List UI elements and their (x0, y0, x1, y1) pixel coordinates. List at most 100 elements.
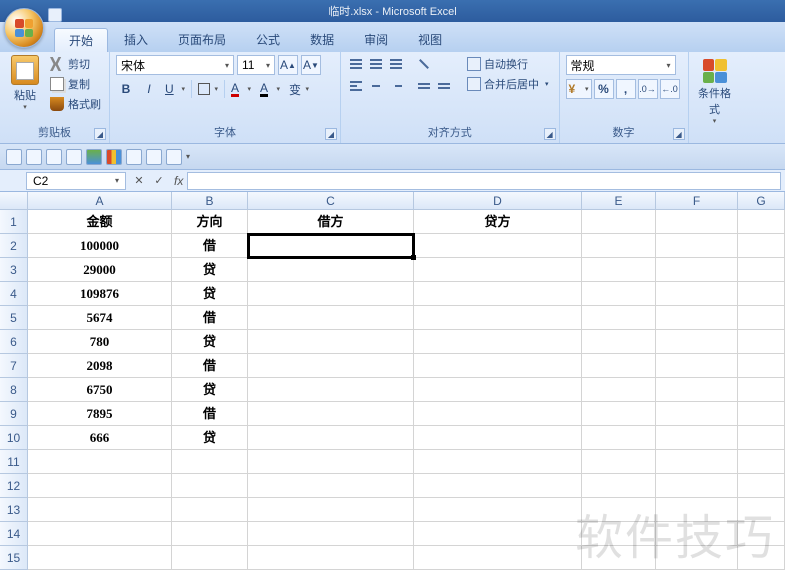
cell-B14[interactable] (172, 522, 248, 546)
col-header-C[interactable]: C (248, 192, 414, 210)
cell-C6[interactable] (248, 330, 414, 354)
cell-A12[interactable] (28, 474, 172, 498)
cell-B3[interactable]: 贷 (172, 258, 248, 282)
cell-E15[interactable] (582, 546, 656, 570)
col-header-E[interactable]: E (582, 192, 656, 210)
cell-C2[interactable] (248, 234, 414, 258)
qat-save-icon[interactable] (48, 8, 62, 22)
indent-decrease-button[interactable] (415, 77, 433, 95)
currency-button[interactable]: ¥ (566, 79, 592, 99)
cell-E13[interactable] (582, 498, 656, 522)
cell-G1[interactable] (738, 210, 785, 234)
cell-B8[interactable]: 贷 (172, 378, 248, 402)
cell-F9[interactable] (656, 402, 738, 426)
tab-insert[interactable]: 插入 (110, 28, 162, 52)
cell-D11[interactable] (414, 450, 582, 474)
tab-layout[interactable]: 页面布局 (164, 28, 240, 52)
number-launcher[interactable]: ◢ (673, 128, 685, 140)
qat2-new-icon[interactable] (26, 149, 42, 165)
cell-E10[interactable] (582, 426, 656, 450)
cell-A2[interactable]: 100000 (28, 234, 172, 258)
align-bottom-button[interactable] (387, 55, 405, 73)
cell-A15[interactable] (28, 546, 172, 570)
cell-D1[interactable]: 贷方 (414, 210, 582, 234)
format-painter-button[interactable]: 格式刷 (48, 95, 103, 113)
grow-font-button[interactable]: A▲ (278, 55, 298, 75)
tab-view[interactable]: 视图 (404, 28, 456, 52)
paste-button[interactable]: 粘贴 ▾ (6, 55, 44, 122)
align-top-button[interactable] (347, 55, 365, 73)
cell-D9[interactable] (414, 402, 582, 426)
cell-A4[interactable]: 109876 (28, 282, 172, 306)
row-header-9[interactable]: 9 (0, 402, 28, 426)
cell-F8[interactable] (656, 378, 738, 402)
row-header-4[interactable]: 4 (0, 282, 28, 306)
align-center-button[interactable] (367, 77, 385, 95)
phonetic-button[interactable]: 变 (286, 79, 312, 99)
cell-G2[interactable] (738, 234, 785, 258)
cell-E8[interactable] (582, 378, 656, 402)
office-button[interactable] (4, 8, 44, 48)
cell-G14[interactable] (738, 522, 785, 546)
indent-increase-button[interactable] (435, 77, 453, 95)
cell-A6[interactable]: 780 (28, 330, 172, 354)
cell-B13[interactable] (172, 498, 248, 522)
cell-F4[interactable] (656, 282, 738, 306)
italic-button[interactable]: I (139, 79, 159, 99)
cell-C15[interactable] (248, 546, 414, 570)
wrap-text-button[interactable]: 自动换行 (463, 55, 553, 73)
qat2-dash-icon[interactable] (126, 149, 142, 165)
cell-E7[interactable] (582, 354, 656, 378)
font-color-button[interactable]: A (257, 79, 283, 99)
conditional-format-button[interactable]: 条件格式 ▾ (695, 55, 735, 126)
qat2-table-icon[interactable] (166, 149, 182, 165)
cell-E12[interactable] (582, 474, 656, 498)
cell-D2[interactable] (414, 234, 582, 258)
cell-B4[interactable]: 贷 (172, 282, 248, 306)
row-header-12[interactable]: 12 (0, 474, 28, 498)
shrink-font-button[interactable]: A▼ (301, 55, 321, 75)
cell-D4[interactable] (414, 282, 582, 306)
align-launcher[interactable]: ◢ (544, 128, 556, 140)
row-header-2[interactable]: 2 (0, 234, 28, 258)
cell-E1[interactable] (582, 210, 656, 234)
clipboard-launcher[interactable]: ◢ (94, 128, 106, 140)
cell-E4[interactable] (582, 282, 656, 306)
cell-G11[interactable] (738, 450, 785, 474)
orientation-button[interactable] (415, 55, 433, 73)
increase-decimal-button[interactable]: .0→ (638, 79, 658, 99)
row-header-13[interactable]: 13 (0, 498, 28, 522)
cell-E9[interactable] (582, 402, 656, 426)
cell-A10[interactable]: 666 (28, 426, 172, 450)
fx-icon[interactable]: fx (174, 174, 183, 188)
tab-review[interactable]: 审阅 (350, 28, 402, 52)
cell-D3[interactable] (414, 258, 582, 282)
select-all-corner[interactable] (0, 192, 28, 210)
cell-E14[interactable] (582, 522, 656, 546)
formula-input[interactable] (187, 172, 781, 190)
cell-C13[interactable] (248, 498, 414, 522)
cell-A3[interactable]: 29000 (28, 258, 172, 282)
decrease-decimal-button[interactable]: ←.0 (660, 79, 680, 99)
cell-F6[interactable] (656, 330, 738, 354)
underline-button[interactable]: U (162, 79, 188, 99)
cell-E11[interactable] (582, 450, 656, 474)
cell-F11[interactable] (656, 450, 738, 474)
cell-G13[interactable] (738, 498, 785, 522)
cell-A11[interactable] (28, 450, 172, 474)
cell-C5[interactable] (248, 306, 414, 330)
cell-G4[interactable] (738, 282, 785, 306)
cell-F10[interactable] (656, 426, 738, 450)
cell-F5[interactable] (656, 306, 738, 330)
col-header-D[interactable]: D (414, 192, 582, 210)
tab-data[interactable]: 数据 (296, 28, 348, 52)
merge-center-button[interactable]: 合并后居中▾ (463, 75, 553, 93)
number-format-combo[interactable]: 常规▾ (566, 55, 676, 75)
cancel-entry-button[interactable]: ✕ (130, 172, 148, 190)
cell-A9[interactable]: 7895 (28, 402, 172, 426)
row-header-14[interactable]: 14 (0, 522, 28, 546)
cell-F13[interactable] (656, 498, 738, 522)
cell-B12[interactable] (172, 474, 248, 498)
cell-G3[interactable] (738, 258, 785, 282)
font-size-combo[interactable]: 11▾ (237, 55, 275, 75)
